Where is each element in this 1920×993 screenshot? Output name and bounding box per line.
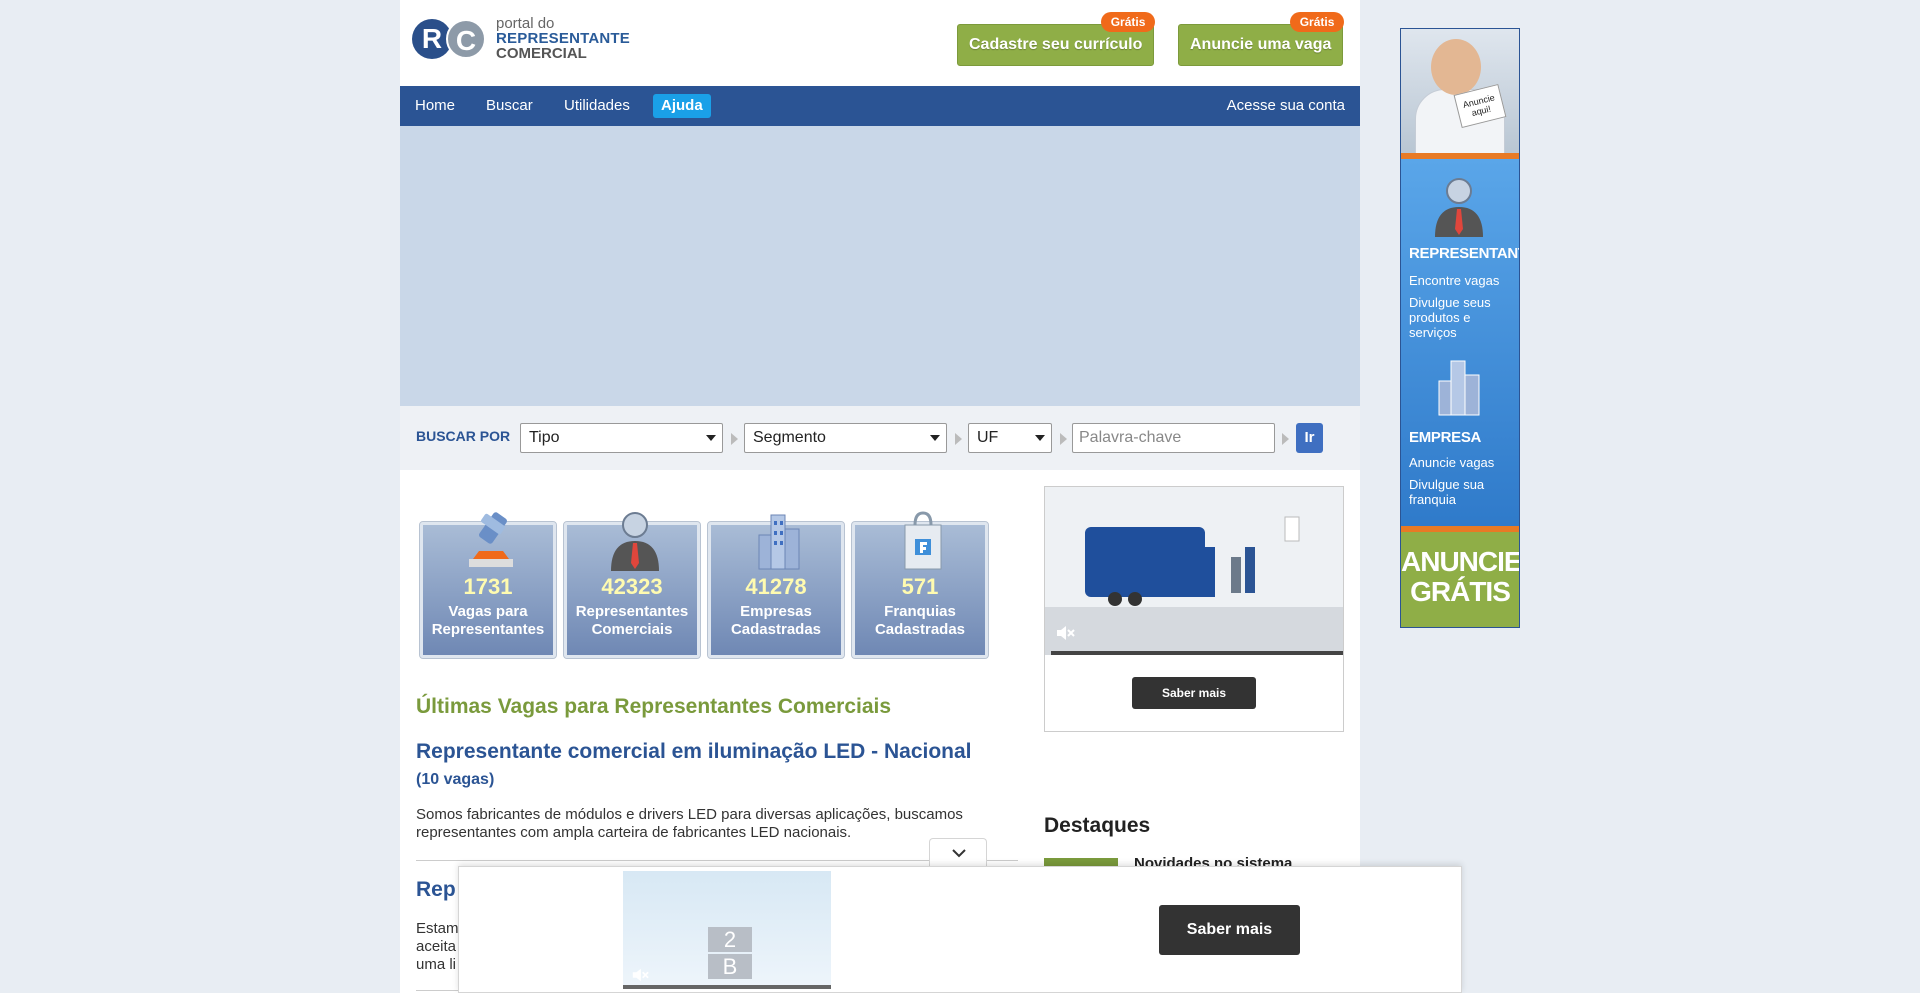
arrow-separator-icon [955,433,962,445]
gratis-badge: Grátis [1100,12,1156,32]
cadastre-curriculo-button[interactable]: Cadastre seu currículo Grátis [957,12,1156,66]
video-progress-bar[interactable] [1051,651,1343,655]
arrow-separator-icon [1060,433,1067,445]
gratis-badge: Grátis [1289,12,1345,32]
stat-vagas-card[interactable]: 1731 Vagas para Representantes [419,512,557,659]
cadastre-curriculo-label: Cadastre seu currículo [969,36,1143,53]
person-head [1431,39,1481,95]
chevron-down-icon [706,435,716,441]
tipo-select[interactable]: Tipo [520,423,723,453]
stat-label: Franquias Cadastradas [874,603,966,638]
saber-mais-button[interactable]: Saber mais [1159,905,1300,955]
logo-line3: COMERCIAL [496,45,587,62]
logo-line1: portal do [496,15,555,32]
franchise-bag-icon [904,511,942,570]
page-container: R C portal do REPRESENTANTE COMERCIAL Ca… [400,0,1360,993]
stat-value: 1731 [463,574,513,599]
saber-mais-button[interactable]: Saber mais [1132,677,1256,709]
logo-c-mark: C [446,19,486,59]
stat-value: 42323 [601,574,663,599]
side-ad-text: Anuncie vagas [1409,455,1495,470]
divider [416,860,1018,861]
mute-icon[interactable] [631,967,649,983]
box-stack-image: 2 B [708,927,752,979]
stat-value: 571 [901,574,939,599]
uf-select-value: UF [977,429,999,446]
main-nav: Home Buscar Utilidades Ajuda Acesse sua … [400,86,1360,126]
keyword-input[interactable] [1072,423,1275,453]
side-ad-text: Divulgue sua franquia [1409,477,1485,507]
stat-representantes-card[interactable]: 42323 Representantes Comerciais [563,512,701,659]
sticky-bottom-ad: 2 B Saber mais [458,866,1462,993]
section-title: Últimas Vagas para Representantes Comerc… [416,695,892,718]
mute-icon[interactable] [1055,625,1075,641]
nav-utilidades[interactable]: Utilidades [564,96,630,116]
nav-home[interactable]: Home [415,96,455,116]
job-title-text: Representante comercial em iluminação LE… [416,740,972,763]
stat-label: Vagas para Representantes [431,603,545,638]
video-ad: Saber mais [1044,486,1344,732]
representative-icon [1435,178,1483,237]
tipo-select-value: Tipo [529,429,560,446]
stat-franquias-card[interactable]: 571 Franquias Cadastradas [851,511,989,659]
chevron-down-icon [930,435,940,441]
chevron-down-icon [1035,435,1045,441]
logo-text: portal do REPRESENTANTE COMERCIAL [496,16,630,61]
site-header: R C portal do REPRESENTANTE COMERCIAL Ca… [400,0,1360,86]
job-title-link[interactable]: Representante comercial em iluminação LE… [416,739,976,793]
building-icon [1438,360,1480,416]
segmento-select-value: Segmento [753,429,826,446]
nav-buscar[interactable]: Buscar [486,96,533,116]
side-ad-anuncie-gratis: ANUNCIE GRÁTIS [1401,546,1520,607]
sticky-ad-video[interactable]: 2 B [623,871,831,989]
uf-select[interactable]: UF [968,423,1052,453]
chevron-down-icon [952,849,966,858]
side-ad-empresa: EMPRESA [1409,429,1482,446]
side-skyscraper-ad[interactable]: Anuncie aqui! REPRESENTANTE Encontre vag… [1400,28,1520,628]
trailer-scene-image [1045,487,1343,655]
job-description: Somos fabricantes de módulos e drivers L… [416,806,963,841]
anuncie-vaga-button[interactable]: Anuncie uma vaga Grátis [1178,12,1345,66]
job-vacancy-count: (10 vagas) [416,771,495,788]
video-progress-bar[interactable] [623,985,831,989]
box-label: 2 [708,927,752,952]
destaques-title: Destaques [1044,814,1151,837]
stat-empresas-card[interactable]: 41278 Empresas Cadastradas [707,514,845,659]
side-ad-text: Divulgue seus produtos e serviços [1409,295,1491,340]
building-icon [758,514,800,570]
arrow-separator-icon [1282,433,1289,445]
logo-line2: REPRESENTANTE [496,30,631,47]
search-label: BUSCAR POR [416,428,511,444]
anuncie-vaga-label: Anuncie uma vaga [1190,36,1332,53]
video-frame[interactable] [1045,487,1343,655]
nav-acesse-conta[interactable]: Acesse sua conta [1227,96,1345,116]
site-logo[interactable]: R C portal do REPRESENTANTE COMERCIAL [412,16,642,66]
search-bar: BUSCAR POR Tipo Segmento UF Ir [400,406,1360,470]
collapse-ad-button[interactable] [929,838,987,866]
representative-icon [611,512,659,571]
stat-label: Empresas Cadastradas [730,603,822,638]
nav-ajuda[interactable]: Ajuda [653,94,711,118]
ad-banner [400,126,1360,406]
stat-label: Representantes Comerciais [575,603,689,638]
search-go-button[interactable]: Ir [1296,423,1323,453]
job-title-link[interactable]: Rep [416,878,456,902]
stat-value: 41278 [745,574,807,599]
segmento-select[interactable]: Segmento [744,423,947,453]
side-ad-photo: Anuncie aqui! [1401,29,1519,159]
gavel-icon [469,512,513,567]
side-ad-representante: REPRESENTANTE [1409,245,1519,262]
arrow-separator-icon [731,433,738,445]
box-label: B [708,954,752,979]
side-ad-text: Encontre vagas [1409,273,1500,288]
